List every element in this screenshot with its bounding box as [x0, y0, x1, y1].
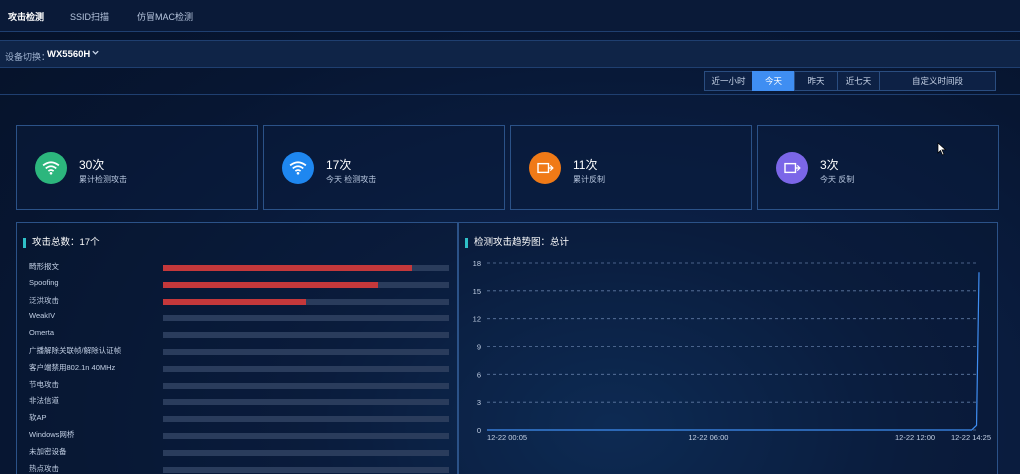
attack-row: 未加密设备: [29, 446, 449, 458]
attack-row-label: Spoofing: [29, 277, 59, 287]
attack-row-bar-fill: [163, 298, 306, 305]
y-tick-label: 9: [477, 343, 481, 352]
attack-row-label: 节电攻击: [29, 379, 59, 389]
attack-row-bar-track: [163, 332, 449, 339]
range-today-button[interactable]: 今天: [752, 71, 795, 91]
device-switch-row: 设备切换： WX5560H: [0, 40, 1020, 68]
y-tick-label: 0: [477, 426, 481, 435]
y-tick-label: 3: [477, 398, 481, 407]
stat-value: 30次: [79, 158, 105, 172]
stat-card-today-detected: 17次 今天 检测攻击: [263, 125, 505, 210]
stat-value: 11次: [573, 158, 598, 172]
device-select[interactable]: WX5560H: [47, 49, 90, 60]
attack-row-label: 客户端禁用802.1n 40MHz: [29, 362, 116, 372]
attack-row-label: WeakIV: [29, 311, 56, 321]
attack-row: WeakIV: [29, 311, 449, 323]
attack-row-label: 畸形报文: [29, 262, 59, 271]
attack-row: 客户端禁用802.1n 40MHz: [29, 362, 449, 374]
attack-row: 广播解除关联帧/解除认证帧: [29, 345, 449, 357]
stat-label: 今天 检测攻击: [326, 175, 377, 184]
attack-total-title: 攻击总数：17个: [23, 238, 100, 248]
counter-icon: [529, 152, 561, 184]
wifi-icon: [35, 152, 67, 184]
attack-row-bar-track: [163, 315, 449, 322]
y-tick-label: 18: [473, 259, 481, 268]
attack-row: 泛洪攻击: [29, 295, 449, 307]
range-yesterday-button[interactable]: 昨天: [794, 71, 838, 91]
stat-value: 17次: [326, 158, 352, 172]
attack-row-label: 未加密设备: [29, 446, 67, 456]
attack-row-bar-track: [163, 449, 449, 456]
x-tick-label: 12-22 00:05: [487, 433, 527, 442]
time-range-group: 近一小时 今天 昨天 近七天 自定义时间段: [704, 71, 996, 91]
attack-row-label: Windows网桥: [29, 430, 75, 439]
y-tick-label: 6: [477, 370, 481, 379]
attack-row-bar-track: [163, 382, 449, 389]
tab-fake-mac-detection[interactable]: 仿冒MAC检测: [137, 10, 193, 23]
attack-row-bar-track: [163, 365, 449, 372]
attack-row: 热点攻击: [29, 463, 449, 474]
attack-row-label: 软AP: [29, 413, 47, 423]
attack-trend-panel: 检测攻击趋势图：总计 18 15 12 9 6 3 0 12-22 00:05 12-22 06…: [458, 222, 998, 474]
series-line: [487, 272, 980, 431]
attack-row-bar-track: [163, 281, 449, 288]
range-last-hour-button[interactable]: 近一小时: [704, 71, 753, 91]
attack-row: Spoofing: [29, 278, 449, 290]
attack-row: Omerta: [29, 328, 449, 340]
stat-label: 累计反制: [573, 175, 605, 184]
attack-row-bar-track: [163, 298, 449, 305]
attack-total-panel: 攻击总数：17个 畸形报文 Spoofing 泛洪攻击 WeakIV Omerta 广播解…: [16, 222, 458, 474]
attack-row-bar-track: [163, 349, 449, 355]
mouse-cursor-icon: [937, 142, 947, 156]
x-tick-label: 12-22 06:00: [688, 433, 728, 442]
stat-card-total-detected: 30次 累计检测攻击: [16, 125, 258, 210]
tab-ssid-scan[interactable]: SSID扫描: [70, 10, 109, 23]
attack-row-bar-track: [163, 265, 449, 271]
device-switch-label: 设备切换：: [5, 52, 51, 62]
attack-row: Windows网桥: [29, 429, 449, 441]
top-tab-bar: 攻击检测 SSID扫描 仿冒MAC检测: [0, 0, 1020, 32]
tab-attack-detection[interactable]: 攻击检测: [8, 10, 44, 23]
attack-row-label: 热点攻击: [29, 463, 59, 473]
stat-label: 累计检测攻击: [79, 175, 127, 184]
stat-label: 今天 反制: [820, 175, 855, 184]
counter-icon: [776, 152, 808, 184]
stat-value: 3次: [820, 158, 839, 172]
chevron-down-icon[interactable]: [91, 48, 100, 59]
stat-card-total-countered: 11次 累计反制: [510, 125, 752, 210]
x-tick-label: 12-22 12:00: [895, 433, 935, 442]
attack-row: 节电攻击: [29, 379, 449, 391]
trend-chart: 18 15 12 9 6 3 0 12-22 00:05 12-22 06:00 12-22 12…: [473, 259, 991, 442]
attack-row-bar-track: [163, 466, 449, 473]
wifi-icon: [282, 152, 314, 184]
attack-row: 软AP: [29, 412, 449, 424]
y-tick-label: 12: [473, 315, 481, 324]
divider: [0, 94, 1020, 95]
attack-row-label: 广播解除关联帧/解除认证帧: [29, 346, 122, 355]
attack-row-bar-fill: [163, 281, 378, 288]
attack-row-bar-track: [163, 416, 449, 423]
attack-row-bar-track: [163, 399, 449, 406]
attack-row-label: 泛洪攻击: [29, 295, 59, 305]
attack-row-label: 非法信道: [29, 396, 59, 406]
stat-card-today-countered: 3次 今天 反制: [757, 125, 999, 210]
range-last-7-days-button[interactable]: 近七天: [837, 71, 880, 91]
attack-row-bar-track: [163, 433, 449, 439]
attack-row: 畸形报文: [29, 261, 449, 273]
attack-row-bar-fill: [163, 265, 412, 271]
x-tick-label: 12-22 14:25: [951, 433, 991, 442]
attack-row-label: Omerta: [29, 328, 55, 338]
range-custom-button[interactable]: 自定义时间段: [879, 71, 996, 91]
y-tick-label: 15: [473, 287, 481, 296]
attack-row: 非法信道: [29, 395, 449, 407]
